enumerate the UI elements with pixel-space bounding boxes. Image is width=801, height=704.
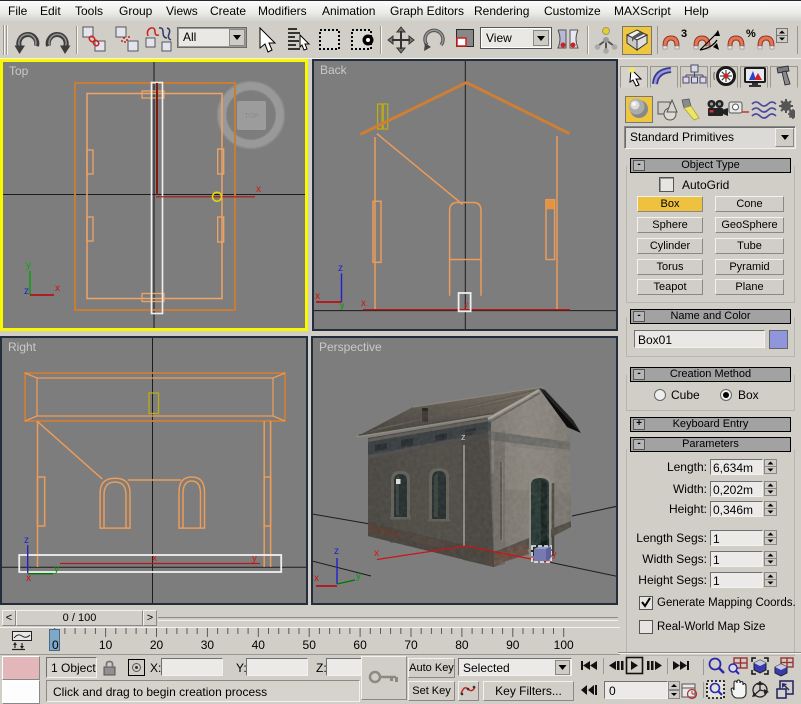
svg-text:z: z (461, 432, 466, 442)
svg-text:60: 60 (353, 638, 367, 652)
svg-text:TOP: TOP (244, 113, 259, 120)
svg-text:All: All (183, 30, 196, 44)
svg-text:10: 10 (99, 638, 113, 652)
svg-text:40: 40 (252, 638, 266, 652)
svg-text:80: 80 (455, 638, 469, 652)
svg-text:y: y (552, 549, 557, 559)
svg-text:x: x (256, 184, 261, 195)
svg-text:y: y (26, 260, 31, 271)
svg-text:y: y (464, 300, 468, 309)
svg-text:20: 20 (150, 638, 164, 652)
svg-text:x: x (361, 298, 366, 309)
svg-text:z: z (24, 286, 29, 297)
svg-text:100: 100 (554, 638, 574, 652)
svg-text:y: y (356, 571, 361, 582)
svg-text:%: % (746, 28, 756, 40)
svg-text:3: 3 (681, 28, 687, 40)
svg-text:x: x (374, 548, 379, 559)
svg-text:0: 0 (52, 638, 59, 652)
svg-text:90: 90 (506, 638, 520, 652)
svg-text:y: y (54, 564, 59, 575)
svg-text:z: z (338, 263, 343, 274)
svg-text:50: 50 (303, 638, 317, 652)
svg-text:30: 30 (201, 638, 215, 652)
svg-text:x: x (314, 573, 319, 584)
svg-text:z: z (24, 535, 29, 546)
svg-text:x: x (55, 283, 60, 294)
svg-text:70: 70 (404, 638, 418, 652)
svg-text:x: x (26, 573, 31, 584)
svg-text:z: z (334, 546, 339, 557)
svg-text:y: y (340, 300, 345, 310)
svg-text:View: View (486, 31, 512, 45)
svg-text:x: x (315, 291, 320, 302)
